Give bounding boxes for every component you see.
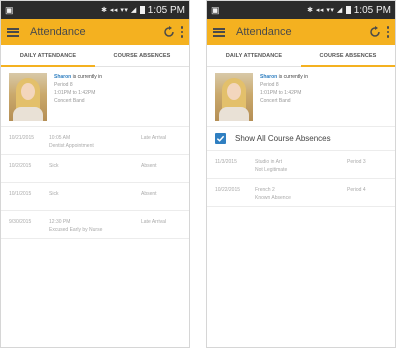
student-course: Concert Band [54, 98, 85, 104]
attendance-status: Absent [141, 191, 157, 197]
tab-bar: DAILY ATTENDANCE COURSE ABSENCES [1, 45, 189, 67]
student-photo [9, 73, 47, 121]
menu-icon[interactable] [7, 27, 19, 37]
attendance-note: Sick [49, 191, 59, 197]
show-all-course-absences-toggle[interactable]: Show All Course Absences [207, 127, 395, 151]
attendance-row[interactable]: 9/30/2015 12:30 PM Excused Early by Nurse… [1, 211, 189, 239]
attendance-time: 10:05 AM [49, 135, 71, 141]
attendance-note: Dentist Appointment [49, 143, 94, 149]
attendance-status: Absent [141, 163, 157, 169]
attendance-status: Late Arrival [141, 135, 167, 141]
signal-icons: ✱ ◂◂ ▾▾ ◢ [307, 7, 343, 14]
absence-period: Period 3 [347, 159, 366, 165]
status-time: 1:05 PM [353, 4, 391, 16]
attendance-date: 10/21/2015 [9, 135, 35, 141]
tab-daily-attendance[interactable]: DAILY ATTENDANCE [1, 45, 95, 67]
battery-icon [345, 6, 351, 14]
notification-icon: ▣ [211, 4, 220, 15]
absence-note: Known Absence [255, 195, 291, 201]
course-absence-row[interactable]: 11/3/2015 Studio in Art Not Legitimate Pe… [207, 151, 395, 179]
status-bar: ▣ ✱ ◂◂ ▾▾ ◢ 1:05 PM [207, 1, 395, 19]
absence-date: 11/3/2015 [215, 159, 237, 165]
attendance-note: Sick [49, 163, 59, 169]
tab-bar: DAILY ATTENDANCE COURSE ABSENCES [207, 45, 395, 67]
student-card: Sharon is currently in Period 8 1:01PM t… [1, 67, 189, 127]
student-status-text: is currently in [72, 74, 103, 80]
show-all-label: Show All Course Absences [235, 134, 331, 143]
absence-note: Not Legitimate [255, 167, 288, 173]
absence-course: French 2 [255, 187, 275, 193]
student-name: Sharon [260, 74, 278, 80]
app-bar: Attendance [1, 19, 189, 45]
signal-icons: ✱ ◂◂ ▾▾ ◢ [101, 7, 137, 14]
tab-daily-attendance[interactable]: DAILY ATTENDANCE [207, 45, 301, 66]
attendance-row[interactable]: 10/2/2015 Sick Absent [1, 155, 189, 183]
student-period: Period 8 [260, 82, 279, 88]
student-photo [215, 73, 253, 121]
refresh-icon[interactable] [163, 26, 175, 38]
attendance-row[interactable]: 10/1/2015 Sick Absent [1, 183, 189, 211]
student-name: Sharon [54, 74, 72, 80]
app-title: Attendance [236, 26, 292, 38]
absence-date: 10/22/2015 [215, 187, 241, 193]
phone-daily-attendance: ▣ ✱ ◂◂ ▾▾ ◢ 1:05 PM Attendance DAILY ATT… [0, 0, 190, 348]
attendance-status: Late Arrival [141, 219, 167, 225]
tab-course-absences[interactable]: COURSE ABSENCES [301, 45, 395, 67]
attendance-date: 10/2/2015 [9, 163, 32, 169]
attendance-row[interactable]: 10/21/2015 10:05 AM Dentist Appointment L… [1, 127, 189, 155]
attendance-note: Excused Early by Nurse [49, 227, 103, 233]
student-time-range: 1:01PM to 1:42PM [54, 90, 96, 96]
status-bar: ▣ ✱ ◂◂ ▾▾ ◢ 1:05 PM [1, 1, 189, 19]
battery-icon [139, 6, 145, 14]
more-options-icon[interactable] [386, 26, 389, 38]
absence-course: Studio in Art [255, 159, 282, 165]
refresh-icon[interactable] [369, 26, 381, 38]
attendance-date: 9/30/2015 [9, 219, 32, 225]
student-status-text: is currently in [278, 74, 309, 80]
tab-course-absences[interactable]: COURSE ABSENCES [95, 45, 189, 66]
app-title: Attendance [30, 26, 86, 38]
more-options-icon[interactable] [180, 26, 183, 38]
attendance-date: 10/1/2015 [9, 191, 32, 197]
student-card: Sharon is currently in Period 8 1:01PM t… [207, 67, 395, 127]
student-period: Period 8 [54, 82, 73, 88]
phone-course-absences: ▣ ✱ ◂◂ ▾▾ ◢ 1:05 PM Attendance DAILY ATT… [206, 0, 396, 348]
absence-period: Period 4 [347, 187, 366, 193]
app-bar: Attendance [207, 19, 395, 45]
course-absence-row[interactable]: 10/22/2015 French 2 Known Absence Period … [207, 179, 395, 207]
show-all-checkbox[interactable] [215, 133, 226, 144]
menu-icon[interactable] [213, 27, 225, 37]
check-icon [216, 135, 225, 142]
student-course: Concert Band [260, 98, 291, 104]
notification-icon: ▣ [5, 4, 14, 15]
student-time-range: 1:01PM to 1:42PM [260, 90, 302, 96]
attendance-time: 12:30 PM [49, 219, 71, 225]
status-time: 1:05 PM [147, 4, 185, 16]
